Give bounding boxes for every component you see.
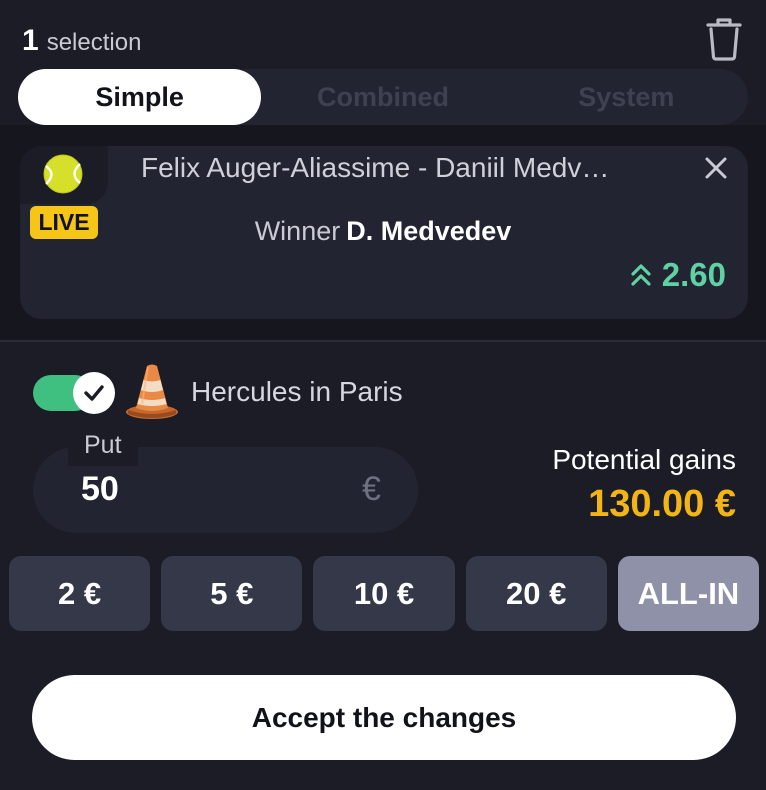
divider: [0, 340, 766, 342]
market-label: Winner: [254, 216, 341, 246]
selection-count: 1 selection: [22, 24, 141, 58]
tennis-ball-icon: [43, 154, 83, 194]
accept-changes-button[interactable]: Accept the changes: [32, 675, 736, 760]
check-icon: [84, 385, 104, 401]
betslip: 1 selection Simple Combined System LIVE …: [0, 0, 766, 790]
odds-display: 2.60: [630, 256, 726, 294]
all-in-button[interactable]: ALL-IN: [617, 556, 760, 631]
market-line: Winner D. Medvedev: [0, 216, 766, 247]
odds-value: 2.60: [661, 256, 726, 293]
trash-icon[interactable]: [704, 16, 744, 62]
selection-word: selection: [46, 29, 142, 56]
quick-amount-2-button[interactable]: 2 €: [9, 556, 151, 631]
quick-amount-10-button[interactable]: 10 €: [313, 556, 455, 631]
odds-up-icon: [631, 264, 651, 286]
tab-combined[interactable]: Combined: [261, 69, 504, 125]
tab-system[interactable]: System: [505, 69, 748, 125]
stake-currency: €: [362, 470, 381, 508]
traffic-cone-icon: [126, 364, 178, 419]
close-icon[interactable]: [702, 154, 730, 182]
bet-type-tabs: Simple Combined System: [18, 69, 748, 125]
quick-amounts: 2 € 5 € 10 € 20 € ALL-IN: [9, 556, 760, 631]
potential-gains-value: 130.00 €: [588, 483, 736, 525]
stake-label: Put: [68, 424, 138, 466]
stake-value[interactable]: 50: [81, 470, 119, 509]
quick-amount-20-button[interactable]: 20 €: [465, 556, 607, 631]
betslip-header: 1 selection Simple Combined System: [0, 0, 766, 125]
quick-amount-5-button[interactable]: 5 €: [161, 556, 303, 631]
selection-pick: D. Medvedev: [346, 216, 512, 246]
match-title: Felix Auger-Aliassime - Daniil Medve…: [141, 152, 621, 183]
potential-gains-label: Potential gains: [552, 444, 736, 475]
toggle-knob: [73, 372, 115, 414]
tab-simple[interactable]: Simple: [18, 69, 262, 125]
boost-name: Hercules in Paris: [191, 376, 403, 407]
selection-number: 1: [22, 24, 39, 57]
boost-toggle[interactable]: [33, 372, 115, 414]
